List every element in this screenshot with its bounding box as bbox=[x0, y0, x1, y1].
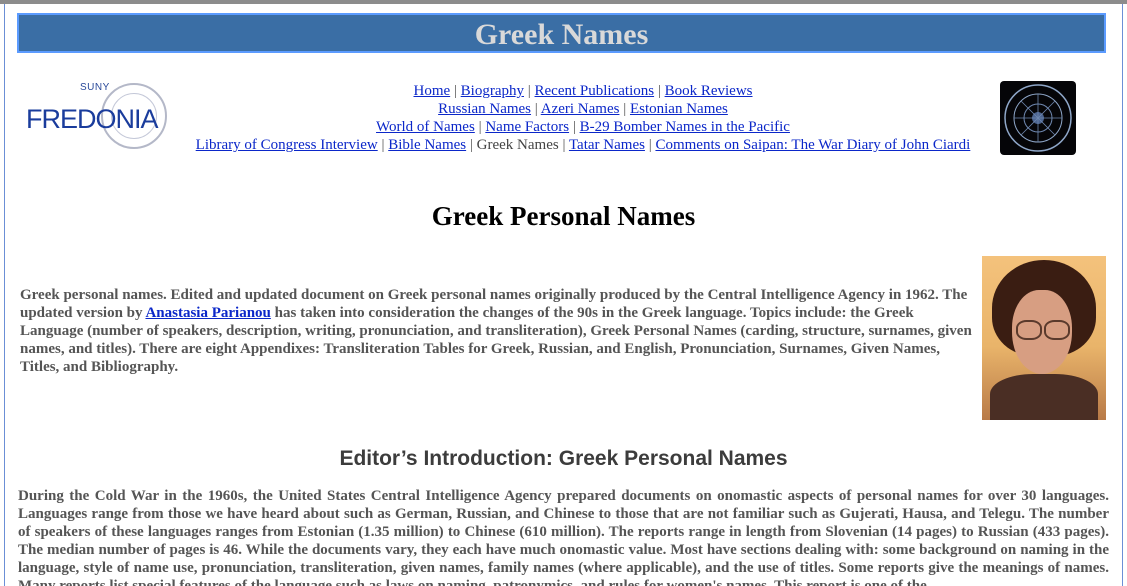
nav-current-greek-names: Greek Names bbox=[476, 137, 559, 153]
nav-separator: | bbox=[562, 137, 566, 153]
nav-separator: | bbox=[623, 101, 627, 117]
section-heading: Editor’s Introduction: Greek Personal Na… bbox=[339, 447, 788, 470]
nav-link-azeri-names[interactable]: Azeri Names bbox=[541, 101, 620, 117]
intro-paragraph: Greek personal names. Edited and updated… bbox=[20, 286, 972, 376]
nav-link-world-of-names[interactable]: World of Names bbox=[376, 119, 475, 135]
nav-link-book-reviews[interactable]: Book Reviews bbox=[665, 83, 753, 99]
nav-separator: | bbox=[657, 83, 661, 99]
nav-link-home[interactable]: Home bbox=[413, 83, 450, 99]
navigation-links: Home | Biography | Recent Publications |… bbox=[170, 82, 996, 154]
nav-separator: | bbox=[478, 119, 482, 135]
nav-link-name-factors[interactable]: Name Factors bbox=[485, 119, 569, 135]
logo-suny-text: SUNY bbox=[80, 82, 110, 93]
section-body-text: During the Cold War in the 1960s, the Un… bbox=[18, 488, 1109, 586]
nav-link-estonian-names[interactable]: Estonian Names bbox=[630, 101, 728, 117]
nav-link-comments-on-saipan-the-war-diary-of-john-ciardi[interactable]: Comments on Saipan: The War Diary of Joh… bbox=[655, 137, 970, 153]
nav-link-library-of-congress-interview[interactable]: Library of Congress Interview bbox=[196, 137, 378, 153]
logo-fredonia-text: FREDONIA bbox=[26, 104, 159, 134]
nav-separator: | bbox=[648, 137, 652, 153]
nav-link-b-29-bomber-names-in-the-pacific[interactable]: B-29 Bomber Names in the Pacific bbox=[580, 119, 790, 135]
nav-separator: | bbox=[453, 83, 457, 99]
fredonia-logo[interactable]: SUNY FREDONIA bbox=[26, 82, 168, 154]
nav-link-biography[interactable]: Biography bbox=[461, 83, 524, 99]
nav-separator: | bbox=[527, 83, 531, 99]
page-title: Greek Personal Names bbox=[431, 201, 696, 231]
title-banner: Greek Names bbox=[17, 13, 1106, 53]
seal-emblem-icon bbox=[1004, 84, 1072, 152]
nav-separator: | bbox=[534, 101, 538, 117]
nav-separator: | bbox=[572, 119, 576, 135]
nav-row: Library of Congress Interview | Bible Na… bbox=[170, 136, 996, 154]
greek-society-seal-icon bbox=[1000, 81, 1076, 155]
nav-separator: | bbox=[381, 137, 385, 153]
nav-link-bible-names[interactable]: Bible Names bbox=[388, 137, 466, 153]
nav-row: Russian Names | Azeri Names | Estonian N… bbox=[170, 100, 996, 118]
nav-row: Home | Biography | Recent Publications |… bbox=[170, 82, 996, 100]
nav-separator: | bbox=[469, 137, 473, 153]
nav-link-tatar-names[interactable]: Tatar Names bbox=[569, 137, 645, 153]
nav-link-russian-names[interactable]: Russian Names bbox=[438, 101, 531, 117]
banner-title: Greek Names bbox=[474, 18, 649, 51]
nav-link-recent-publications[interactable]: Recent Publications bbox=[535, 83, 655, 99]
author-link-anastasia-parianou[interactable]: Anastasia Parianou bbox=[145, 305, 270, 321]
nav-row: World of Names | Name Factors | B-29 Bom… bbox=[170, 118, 996, 136]
author-photo bbox=[982, 256, 1106, 420]
